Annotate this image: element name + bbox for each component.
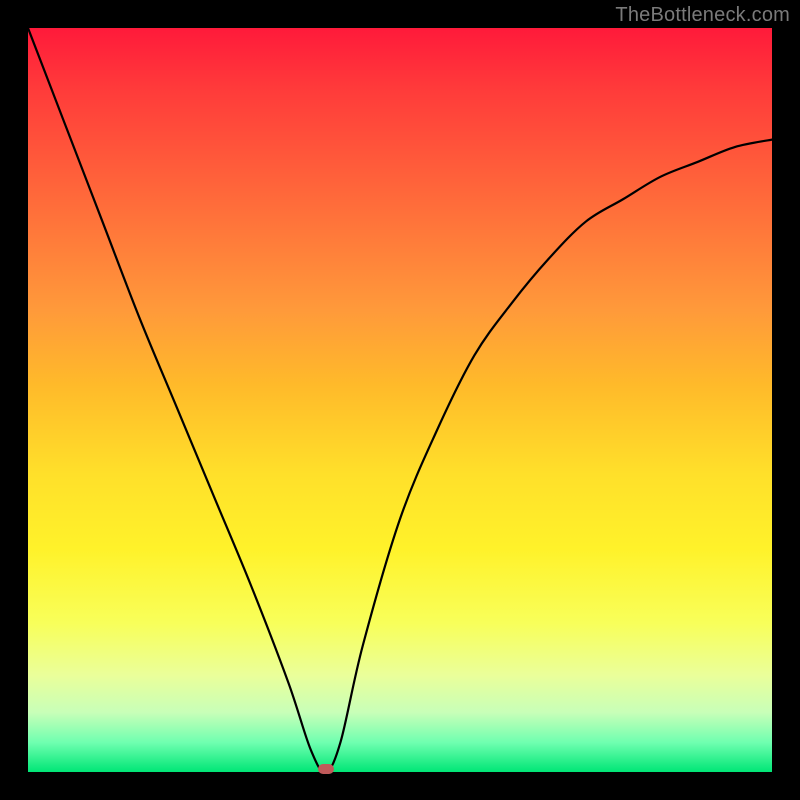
curve-layer [28,28,772,772]
plot-area [28,28,772,772]
optimal-point-marker [318,764,334,774]
chart-stage: TheBottleneck.com [0,0,800,800]
watermark-text: TheBottleneck.com [615,4,790,27]
bottleneck-curve [28,28,772,772]
